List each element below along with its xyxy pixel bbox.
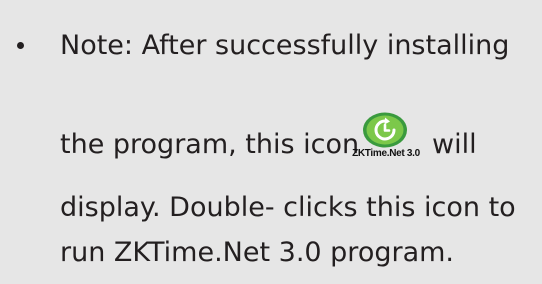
- note-line-4-text: run ZKTime.Net 3.0 program.: [60, 237, 455, 268]
- note-line-4: run ZKTime.Net 3.0 program.: [60, 239, 454, 266]
- note-line-3: display. Double- clicks this icon to: [60, 194, 516, 221]
- note-line-2-end: will: [432, 131, 477, 158]
- note-line-1-text: After successfully installing: [133, 30, 510, 61]
- app-icon-caption: ZKTime.Net 3.0: [352, 148, 420, 159]
- bullet-point: [17, 42, 24, 49]
- app-shortcut[interactable]: ZKTime.Net 3.0: [348, 112, 424, 162]
- note-panel: Note: After successfully installing the …: [0, 0, 542, 284]
- note-line-3-text: display. Double- clicks this icon to: [60, 192, 516, 223]
- note-line-2-after-icon: will: [432, 129, 477, 160]
- note-line-1: Note: After successfully installing: [60, 32, 509, 59]
- note-line-2-before-icon: the program, this icon: [60, 129, 360, 160]
- note-line-2: the program, this icon: [60, 131, 359, 158]
- clock-refresh-icon: [363, 112, 407, 148]
- note-label: Note:: [60, 30, 134, 61]
